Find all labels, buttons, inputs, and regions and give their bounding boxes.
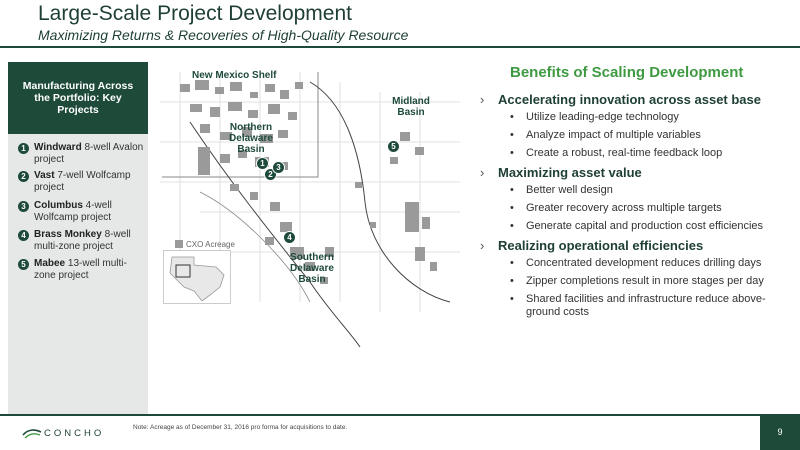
project-number-badge: 2: [18, 171, 29, 182]
project-name: Windward: [34, 142, 82, 153]
map-marker-4: 4: [283, 231, 296, 244]
page-subtitle: Maximizing Returns & Recoveries of High-…: [38, 27, 409, 43]
footer-divider: [0, 414, 760, 416]
benefit-item: • Create a robust, real-time feedback loo…: [510, 147, 723, 159]
project-number-badge: 4: [18, 230, 29, 241]
map-marker-5: 5: [387, 140, 400, 153]
project-name: Mabee: [34, 258, 66, 269]
concho-logo: CONCHO: [44, 428, 105, 439]
project-item-mabee: 5 Mabee 13-well multi-zone project: [18, 258, 146, 282]
concho-logo-icon: [22, 429, 42, 439]
project-item-columbus: 3 Columbus 4-well Wolfcamp project: [18, 200, 146, 224]
benefit-group: › Realizing operational efficiencies • Con…: [480, 238, 790, 319]
benefit-group: › Maximizing asset value • Better well des…: [480, 165, 790, 233]
page-number: 9: [760, 414, 800, 450]
benefit-item: • Utilize leading-edge technology: [510, 111, 679, 123]
benefit-item: • Analyze impact of multiple variables: [510, 129, 701, 141]
project-name: Vast: [34, 170, 55, 181]
benefit-group: › Accelerating innovation across asset ba…: [480, 92, 790, 160]
permian-acreage-map: New Mexico Shelf Northern Delaware Basin…: [160, 62, 470, 352]
benefit-item: • Shared facilities and infrastructure re…: [510, 293, 766, 318]
map-label-nm-shelf: New Mexico Shelf: [192, 70, 277, 81]
benefit-heading: › Accelerating innovation across asset ba…: [480, 92, 761, 107]
benefit-heading: › Realizing operational efficiencies: [480, 238, 704, 253]
project-number-badge: 5: [18, 259, 29, 270]
map-legend: CXO Acreage: [175, 240, 235, 249]
key-projects-heading: Manufacturing Across the Portfolio: Key …: [8, 62, 148, 134]
project-name: Columbus: [34, 200, 83, 211]
benefit-item: • Concentrated development reduces drilli…: [510, 257, 762, 269]
benefit-item: • Greater recovery across multiple target…: [510, 202, 722, 214]
texas-outline: [169, 256, 225, 302]
project-number-badge: 3: [18, 201, 29, 212]
benefit-item: • Zipper completions result in more stage…: [510, 275, 764, 287]
benefit-heading: › Maximizing asset value: [480, 165, 642, 180]
map-label-midland: Midland Basin: [392, 96, 430, 118]
benefits-title: Benefits of Scaling Development: [510, 64, 744, 81]
page-title: Large-Scale Project Development: [38, 2, 352, 25]
map-label-northern-delaware: Northern Delaware Basin: [229, 122, 273, 155]
key-projects-panel: Manufacturing Across the Portfolio: Key …: [8, 62, 148, 414]
benefits-list: › Accelerating innovation across asset ba…: [480, 92, 790, 324]
title-divider: [0, 46, 800, 48]
project-item-windward: 1 Windward 8-well Avalon project: [18, 142, 146, 166]
project-item-vast: 2 Vast 7-well Wolfcamp project: [18, 170, 146, 194]
texas-inset-map: [163, 250, 231, 304]
acreage-swatch: [175, 240, 183, 248]
project-number-badge: 1: [18, 143, 29, 154]
acreage-note: Note: Acreage as of December 31, 2016 pr…: [133, 424, 348, 431]
map-marker-3: 3: [272, 161, 285, 174]
project-item-brass-monkey: 4 Brass Monkey 8-well multi-zone project: [18, 229, 146, 253]
project-name: Brass Monkey: [34, 229, 102, 240]
benefit-item: • Generate capital and production cost ef…: [510, 220, 764, 232]
benefit-item: • Better well design: [510, 184, 613, 196]
map-label-southern-delaware: Southern Delaware Basin: [290, 252, 334, 285]
legend-label: CXO Acreage: [186, 240, 235, 249]
